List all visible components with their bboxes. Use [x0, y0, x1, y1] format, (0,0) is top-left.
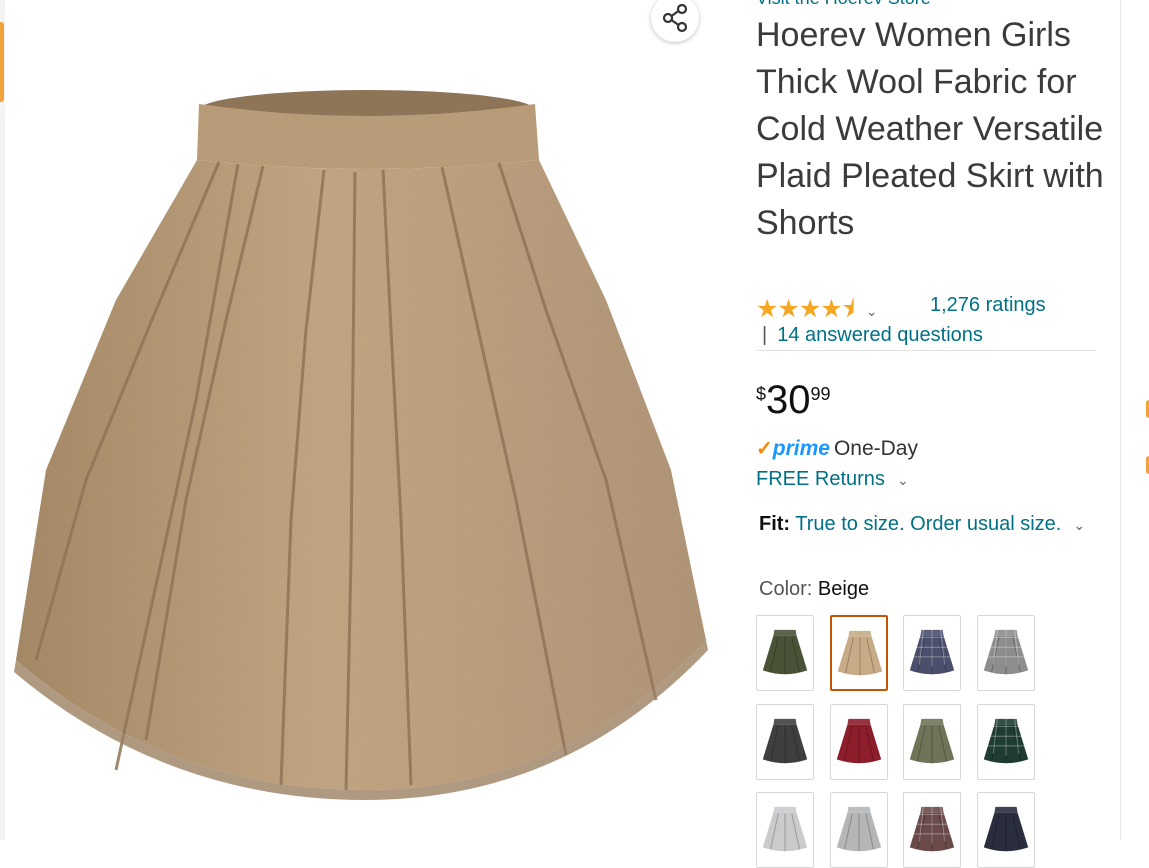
- answered-questions-link[interactable]: 14 answered questions: [777, 324, 983, 346]
- qa-separator: |: [762, 324, 768, 346]
- price-symbol: $: [756, 384, 767, 404]
- price-fraction: 99: [810, 384, 831, 404]
- swatch-skirt-image: [836, 806, 882, 852]
- swatch-skirt-image: [762, 718, 808, 764]
- color-swatch-navy[interactable]: [977, 792, 1035, 868]
- color-label: Color:: [759, 578, 813, 600]
- color-selector-label: Color: Beige: [759, 578, 869, 601]
- fit-label: Fit:: [759, 513, 791, 535]
- free-returns-dropdown[interactable]: FREE Returns ⌄: [756, 468, 909, 491]
- selected-color: Beige: [817, 578, 870, 600]
- free-returns-label: FREE Returns: [756, 468, 885, 490]
- chevron-down-icon: ⌄: [896, 472, 909, 488]
- color-swatch-silver-grey[interactable]: [830, 792, 888, 868]
- swatch-skirt-image: [909, 629, 955, 675]
- prime-badge[interactable]: ✓ prime One-Day: [756, 436, 918, 461]
- color-swatch-grey-plaid[interactable]: [977, 615, 1035, 691]
- product-image-viewer[interactable]: [6, 0, 710, 840]
- color-swatch-olive[interactable]: [903, 704, 961, 780]
- fit-value[interactable]: True to size. Order usual size.: [795, 513, 1061, 535]
- swatch-skirt-image: [837, 630, 883, 676]
- color-swatch-wine-red[interactable]: [830, 704, 888, 780]
- chevron-down-icon[interactable]: ⌄: [866, 303, 878, 320]
- color-swatch-beige[interactable]: [830, 615, 888, 691]
- fit-info[interactable]: Fit: True to size. Order usual size. ⌄: [759, 513, 1085, 536]
- color-swatch-light-grey[interactable]: [756, 792, 814, 868]
- prime-check-icon: ✓: [756, 438, 773, 460]
- swatch-skirt-image: [836, 718, 882, 764]
- color-swatch-brown-plaid[interactable]: [903, 792, 961, 868]
- left-edge-panel: [0, 0, 5, 840]
- right-edge-panel: [1120, 0, 1149, 840]
- prime-logo: prime: [772, 436, 830, 460]
- swatch-skirt-image: [909, 718, 955, 764]
- swatch-skirt-image: [762, 629, 808, 675]
- prime-one-day-text: One-Day: [833, 436, 918, 460]
- answered-questions-row: | 14 answered questions: [762, 324, 983, 347]
- swatch-skirt-image: [762, 806, 808, 852]
- product-image-skirt: [14, 90, 708, 800]
- color-swatch-army-green[interactable]: [756, 615, 814, 691]
- swatch-skirt-image: [909, 806, 955, 852]
- chevron-down-icon: ⌄: [1073, 517, 1086, 533]
- skirt-body: [16, 160, 706, 790]
- color-swatch-dark-green-plaid[interactable]: [977, 704, 1035, 780]
- swatch-skirt-image: [983, 629, 1029, 675]
- swatch-skirt-image: [983, 806, 1029, 852]
- ratings-count-link[interactable]: 1,276 ratings: [930, 294, 1046, 317]
- left-edge-tab[interactable]: [0, 22, 4, 102]
- color-swatch-navy-plaid[interactable]: [903, 615, 961, 691]
- section-divider: [756, 350, 1096, 351]
- price: $3099: [756, 378, 831, 423]
- swatch-skirt-image: [983, 718, 1029, 764]
- price-whole: 30: [766, 378, 811, 422]
- share-icon: [662, 3, 688, 33]
- store-link[interactable]: Visit the Hoerev Store: [756, 0, 931, 9]
- product-title: Hoerev Women Girls Thick Wool Fabric for…: [756, 16, 1104, 242]
- color-swatch-dark-grey[interactable]: [756, 704, 814, 780]
